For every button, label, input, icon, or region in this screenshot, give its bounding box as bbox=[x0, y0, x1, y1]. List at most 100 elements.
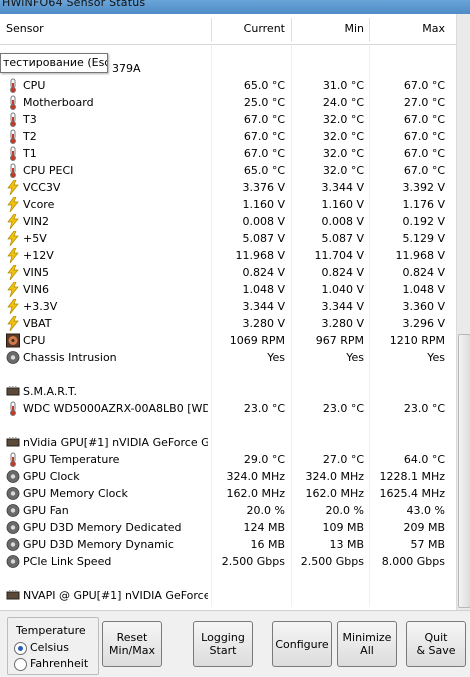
max-value: 8.000 Gbps bbox=[381, 555, 445, 568]
sensor-row[interactable]: VIN5 0.824 V 0.824 V 0.824 V bbox=[0, 264, 456, 281]
min-value: 11.704 V bbox=[314, 249, 364, 262]
sensor-group-row[interactable]: S.M.A.R.T. bbox=[0, 383, 456, 400]
fahrenheit-radio[interactable] bbox=[14, 658, 27, 671]
sensor-group-row[interactable]: NVAPI @ GPU[#1] nVIDIA GeForce ... bbox=[0, 587, 456, 604]
temperature-group: Temperature Celsius Fahrenheit bbox=[7, 617, 99, 675]
col-current-header[interactable]: Current bbox=[212, 14, 285, 44]
sensor-row[interactable]: WDC WD5000AZRX-00A8LB0 [WD-... 23.0 °C 23.… bbox=[0, 400, 456, 417]
min-value: Yes bbox=[346, 351, 364, 364]
current-value: 16 MB bbox=[250, 538, 285, 551]
sensor-row[interactable]: +3.3V 3.344 V 3.344 V 3.360 V bbox=[0, 298, 456, 315]
celsius-radio[interactable] bbox=[14, 642, 27, 655]
vertical-scrollbar[interactable] bbox=[456, 14, 470, 610]
sensor-label: +12V bbox=[23, 249, 54, 262]
sensor-row[interactable]: CPU 1069 RPM 967 RPM 1210 RPM bbox=[0, 332, 456, 349]
window-title: HWiNFO64 Sensor Status bbox=[2, 0, 146, 9]
temperature-legend: Temperature bbox=[14, 624, 88, 637]
column-header: Sensor Current Min Max bbox=[0, 14, 456, 45]
sensor-list[interactable]: 379A CPU 65.0 °C 31.0 °C 67.0 °C Motherboard… bbox=[0, 45, 456, 607]
sensor-row[interactable]: VBAT 3.280 V 3.280 V 3.296 V bbox=[0, 315, 456, 332]
current-value: 65.0 °C bbox=[243, 164, 285, 177]
current-value: 1.160 V bbox=[242, 198, 285, 211]
quit-save-button[interactable]: Quit & Save bbox=[406, 621, 466, 667]
sensor-row[interactable]: CPU PECI 65.0 °C 32.0 °C 67.0 °C bbox=[0, 162, 456, 179]
sensor-label: GPU D3D Memory Dynamic bbox=[23, 538, 174, 551]
col-max-header[interactable]: Max bbox=[370, 14, 445, 44]
min-value: 967 RPM bbox=[315, 334, 364, 347]
sensor-row[interactable]: GPU D3D Memory Dynamic 16 MB 13 MB 57 MB bbox=[0, 536, 456, 553]
sensor-row[interactable]: Vcore 1.160 V 1.160 V 1.176 V bbox=[0, 196, 456, 213]
current-value: 23.0 °C bbox=[243, 402, 285, 415]
lightning-icon bbox=[6, 230, 20, 247]
chip-icon bbox=[6, 435, 20, 450]
sensor-row[interactable]: CPU 65.0 °C 31.0 °C 67.0 °C bbox=[0, 77, 456, 94]
max-value: 5.129 V bbox=[402, 232, 445, 245]
sensor-row[interactable]: VIN6 1.048 V 1.040 V 1.048 V bbox=[0, 281, 456, 298]
chip-icon bbox=[6, 588, 20, 603]
sensor-label: VIN6 bbox=[23, 283, 49, 296]
window-titlebar: HWiNFO64 Sensor Status bbox=[0, 0, 470, 14]
sensor-row[interactable]: VCC3V 3.376 V 3.344 V 3.392 V bbox=[0, 179, 456, 196]
thermometer-icon bbox=[6, 146, 20, 161]
max-value: 3.296 V bbox=[402, 317, 445, 330]
max-value: 1.176 V bbox=[402, 198, 445, 211]
reset-min-max-button[interactable]: Reset Min/Max bbox=[102, 621, 162, 667]
lightning-icon bbox=[6, 213, 20, 230]
sensor-row[interactable]: +5V 5.087 V 5.087 V 5.129 V bbox=[0, 230, 456, 247]
sensor-label: NVAPI @ GPU[#1] nVIDIA GeForce ... bbox=[23, 589, 208, 602]
sensor-label: T2 bbox=[23, 130, 37, 143]
min-value: 0.824 V bbox=[321, 266, 364, 279]
min-value: 32.0 °C bbox=[322, 113, 364, 126]
sensor-label: GPU D3D Memory Dedicated bbox=[23, 521, 182, 534]
max-value: 27.0 °C bbox=[403, 96, 445, 109]
sensor-row[interactable]: GPU Fan 20.0 % 20.0 % 43.0 % bbox=[0, 502, 456, 519]
thermometer-icon bbox=[6, 401, 20, 416]
minimize-all-button[interactable]: Minimize All bbox=[337, 621, 397, 667]
sensor-row[interactable]: GPU Temperature 29.0 °C 27.0 °C 64.0 °C bbox=[0, 451, 456, 468]
thermometer-icon bbox=[6, 129, 20, 144]
min-value: 1.160 V bbox=[321, 198, 364, 211]
col-sensor-header[interactable]: Sensor bbox=[6, 14, 44, 44]
sensor-row[interactable]: GPU D3D Memory Dedicated 124 MB 109 MB 209 … bbox=[0, 519, 456, 536]
max-value: 57 MB bbox=[410, 538, 445, 551]
logging-start-button[interactable]: Logging Start bbox=[193, 621, 253, 667]
max-value: 23.0 °C bbox=[403, 402, 445, 415]
sensor-label: +3.3V bbox=[23, 300, 58, 313]
configure-button[interactable]: Configure bbox=[272, 621, 332, 667]
min-value: 23.0 °C bbox=[322, 402, 364, 415]
sensor-row[interactable]: PCIe Link Speed 2.500 Gbps 2.500 Gbps 8.000… bbox=[0, 553, 456, 570]
sensor-row[interactable]: GPU Memory Clock 162.0 MHz 162.0 MHz 1625.4… bbox=[0, 485, 456, 502]
col-separator bbox=[291, 18, 292, 42]
fahrenheit-label[interactable]: Fahrenheit bbox=[30, 657, 88, 670]
sensor-row[interactable]: Motherboard 25.0 °C 24.0 °C 27.0 °C bbox=[0, 94, 456, 111]
celsius-label[interactable]: Celsius bbox=[30, 641, 69, 654]
min-value: 0.008 V bbox=[321, 215, 364, 228]
sensor-row[interactable]: T1 67.0 °C 32.0 °C 67.0 °C bbox=[0, 145, 456, 162]
sensor-row[interactable]: T3 67.0 °C 32.0 °C 67.0 °C bbox=[0, 111, 456, 128]
current-value: 2.500 Gbps bbox=[221, 555, 285, 568]
min-value: 2.500 Gbps bbox=[300, 555, 364, 568]
col-min-header[interactable]: Min bbox=[293, 14, 364, 44]
fan-icon bbox=[6, 333, 20, 348]
min-value: 162.0 MHz bbox=[305, 487, 364, 500]
sensor-row[interactable]: +12V 11.968 V 11.704 V 11.968 V bbox=[0, 247, 456, 264]
scrollbar-thumb[interactable] bbox=[458, 334, 470, 608]
gear-icon bbox=[6, 503, 20, 518]
sensor-row[interactable]: GPU Clock 324.0 MHz 324.0 MHz 1228.1 MHz bbox=[0, 468, 456, 485]
sensor-label: VIN5 bbox=[23, 266, 49, 279]
sensor-group-row[interactable]: nVidia GPU[#1] nVIDIA GeForce GT... bbox=[0, 434, 456, 451]
gear-icon bbox=[6, 520, 20, 535]
min-value: 32.0 °C bbox=[322, 147, 364, 160]
sensor-row[interactable]: T2 67.0 °C 32.0 °C 67.0 °C bbox=[0, 128, 456, 145]
thermometer-icon bbox=[6, 163, 20, 178]
sensor-row[interactable]: Chassis Intrusion Yes Yes Yes bbox=[0, 349, 456, 366]
current-value: 5.087 V bbox=[242, 232, 285, 245]
sensor-label: GPU Fan bbox=[23, 504, 69, 517]
current-value: 11.968 V bbox=[235, 249, 285, 262]
current-value: 67.0 °C bbox=[243, 113, 285, 126]
sensor-row[interactable]: VIN2 0.008 V 0.008 V 0.192 V bbox=[0, 213, 456, 230]
current-value: 124 MB bbox=[243, 521, 285, 534]
sensor-label: GPU Temperature bbox=[23, 453, 120, 466]
current-value: 20.0 % bbox=[246, 504, 285, 517]
max-value: 3.360 V bbox=[402, 300, 445, 313]
